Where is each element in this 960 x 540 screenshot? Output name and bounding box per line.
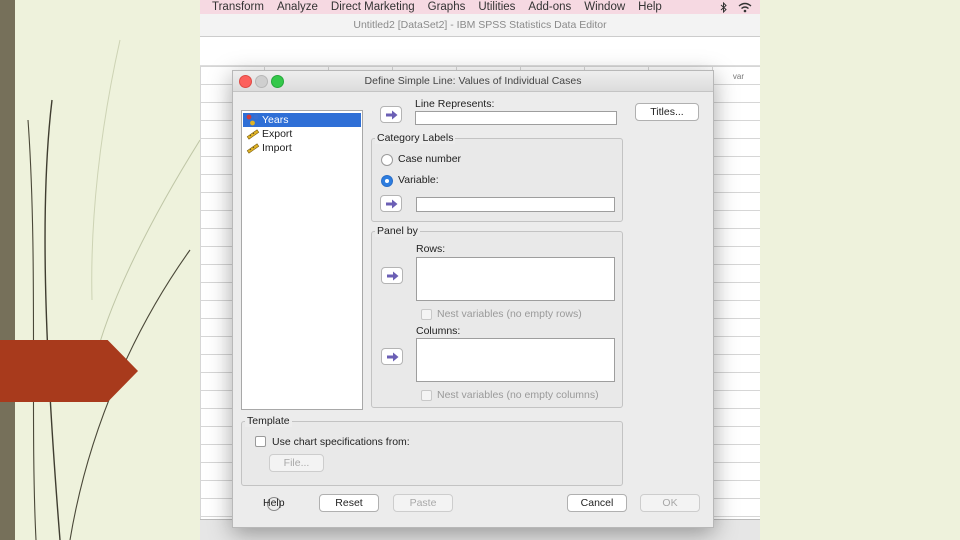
titles-button[interactable]: Titles... — [635, 103, 699, 121]
nest-columns-checkbox[interactable] — [421, 390, 432, 401]
menu-window[interactable]: Window — [584, 1, 625, 13]
scale-variable-icon — [246, 129, 260, 140]
help-button[interactable]: Help — [263, 497, 285, 509]
wifi-icon[interactable] — [738, 2, 752, 13]
template-group: Template Use chart specifications from: … — [241, 415, 623, 486]
rows-field[interactable] — [416, 257, 615, 301]
move-to-category-variable-button[interactable] — [380, 195, 402, 212]
cancel-button[interactable]: Cancel — [567, 494, 627, 512]
menu-transform[interactable]: Transform — [212, 1, 264, 13]
reset-button[interactable]: Reset — [319, 494, 379, 512]
use-chart-spec-label: Use chart specifications from: — [272, 436, 410, 448]
line-represents-field[interactable] — [415, 111, 617, 125]
panel-by-title: Panel by — [375, 225, 420, 237]
case-number-radio[interactable] — [381, 154, 393, 166]
variable-radio[interactable] — [381, 175, 393, 187]
rows-label: Rows: — [416, 243, 446, 255]
right-arrow-icon — [387, 271, 399, 281]
dialog-title: Define Simple Line: Values of Individual… — [233, 71, 713, 92]
define-simple-line-dialog: Define Simple Line: Values of Individual… — [232, 70, 714, 528]
move-to-rows-button[interactable] — [381, 267, 403, 284]
menu-help[interactable]: Help — [638, 1, 662, 13]
category-labels-title: Category Labels — [375, 132, 456, 144]
variable-label: Years — [262, 114, 289, 126]
menu-analyze[interactable]: Analyze — [277, 1, 318, 13]
nest-rows-checkbox[interactable] — [421, 309, 432, 320]
columns-field[interactable] — [416, 338, 615, 382]
move-to-line-represents-button[interactable] — [380, 106, 402, 123]
zoom-window-button[interactable] — [271, 75, 284, 88]
decorative-grass-lines — [27, 39, 200, 540]
use-chart-spec-checkbox[interactable] — [255, 436, 266, 447]
variable-option-label: Variable: — [398, 174, 439, 186]
variable-label: Export — [262, 128, 293, 140]
columns-label: Columns: — [416, 325, 461, 337]
line-represents-label: Line Represents: — [415, 98, 495, 110]
move-to-columns-button[interactable] — [381, 348, 403, 365]
paste-button[interactable]: Paste — [393, 494, 453, 512]
nest-columns-label: Nest variables (no empty columns) — [437, 389, 599, 401]
template-title: Template — [245, 415, 292, 427]
right-arrow-icon — [386, 110, 398, 120]
category-variable-field[interactable] — [416, 197, 615, 212]
ok-button[interactable]: OK — [640, 494, 700, 512]
panel-by-group: Panel by Rows: Nest variables (no empty … — [371, 225, 623, 408]
menu-graphs[interactable]: Graphs — [428, 1, 466, 13]
variable-item-export[interactable]: Export — [243, 127, 361, 141]
variable-label: Import — [262, 142, 292, 154]
minimize-window-button[interactable] — [255, 75, 268, 88]
nest-rows-label: Nest variables (no empty rows) — [437, 308, 582, 320]
mac-menubar: Transform Analyze Direct Marketing Graph… — [200, 0, 760, 14]
app-toolbar — [200, 37, 760, 66]
bluetooth-icon[interactable] — [720, 1, 728, 13]
menu-utilities[interactable]: Utilities — [478, 1, 515, 13]
menu-direct-marketing[interactable]: Direct Marketing — [331, 1, 415, 13]
case-number-label: Case number — [398, 153, 462, 165]
variable-list[interactable]: Years Export Import — [241, 110, 363, 410]
variable-item-import[interactable]: Import — [243, 141, 361, 155]
right-arrow-icon — [386, 199, 398, 209]
variable-item-years[interactable]: Years — [243, 113, 361, 127]
nominal-variable-icon — [246, 114, 259, 126]
app-window-title: Untitled2 [DataSet2] - IBM SPSS Statisti… — [200, 14, 760, 37]
column-header-var: var — [732, 72, 744, 81]
category-labels-group: Category Labels Case number Variable: — [371, 132, 623, 222]
menu-add-ons[interactable]: Add-ons — [528, 1, 571, 13]
close-window-button[interactable] — [239, 75, 252, 88]
file-button[interactable]: File... — [269, 454, 324, 472]
right-arrow-icon — [387, 352, 399, 362]
scale-variable-icon — [246, 143, 260, 154]
